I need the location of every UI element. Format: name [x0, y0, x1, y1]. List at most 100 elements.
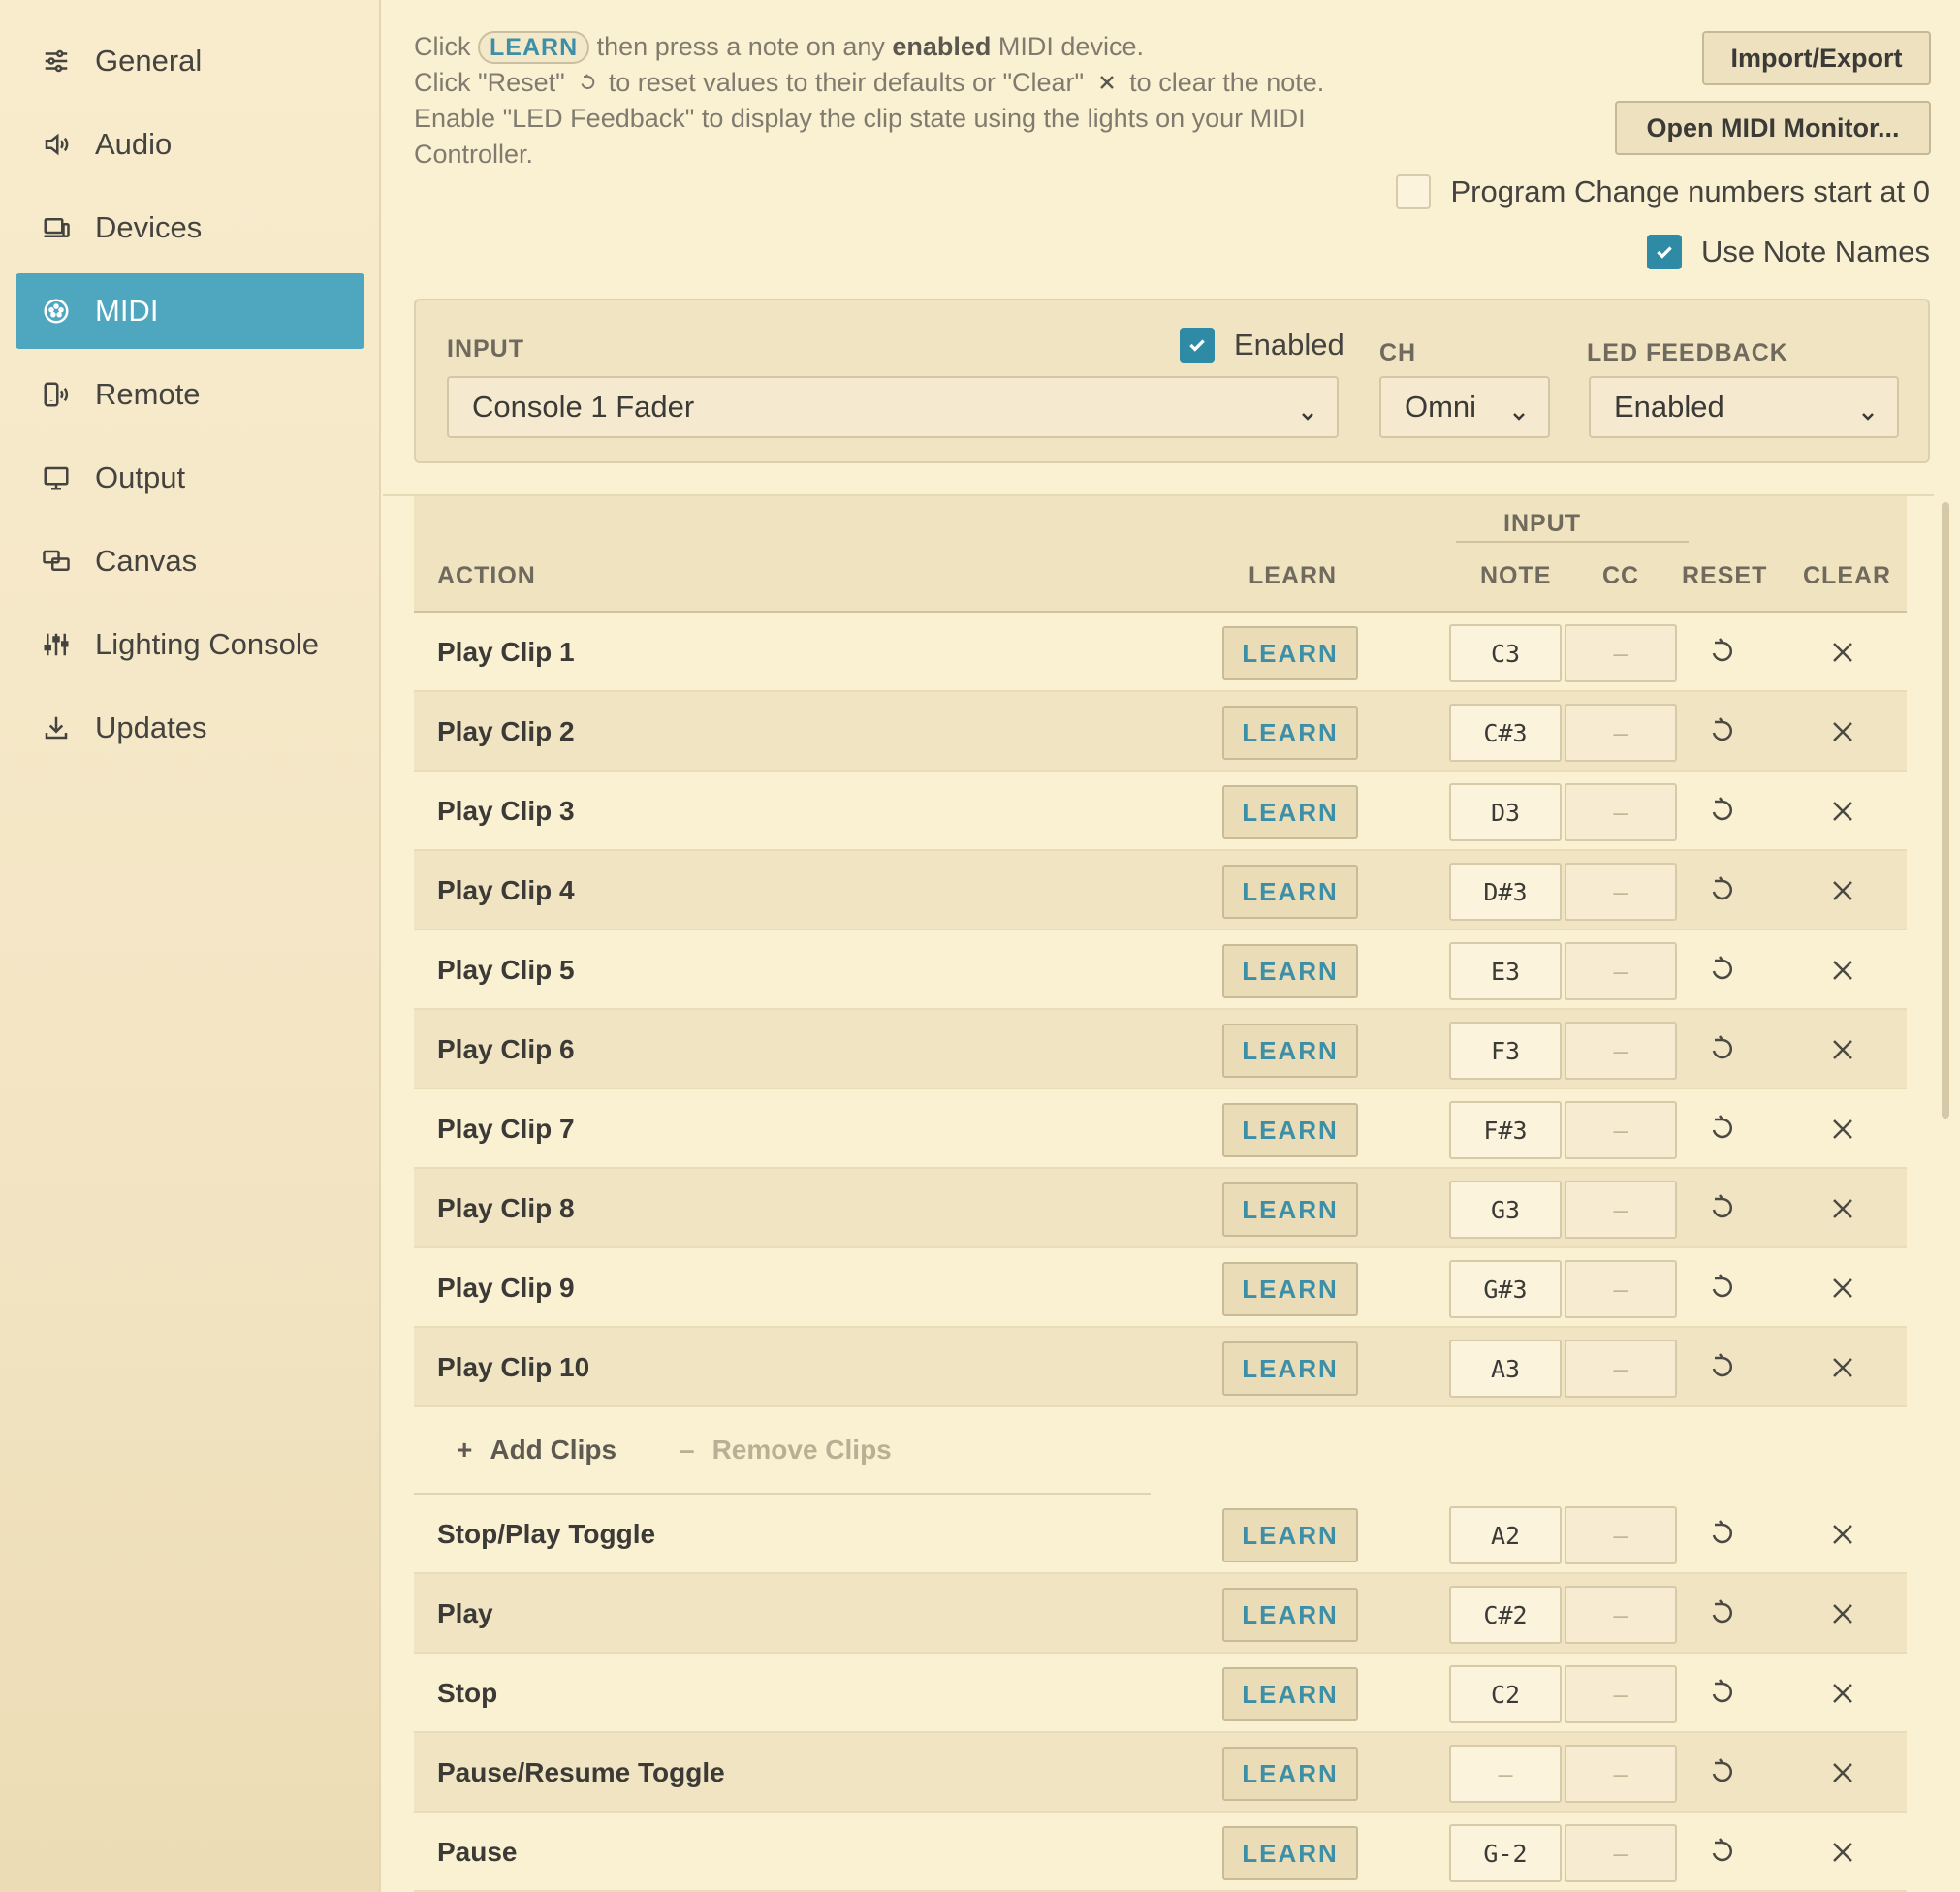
cc-field[interactable]: –	[1565, 1022, 1677, 1080]
learn-button[interactable]: LEARN	[1222, 944, 1358, 998]
add-clips-button[interactable]: + Add Clips	[457, 1411, 616, 1489]
close-icon[interactable]	[1829, 957, 1856, 984]
open-midi-monitor-button[interactable]: Open MIDI Monitor...	[1615, 101, 1931, 155]
reset-icon[interactable]	[1705, 636, 1734, 669]
reset-icon[interactable]	[1705, 1351, 1734, 1384]
close-icon[interactable]	[1829, 798, 1856, 825]
cc-field[interactable]: –	[1565, 1101, 1677, 1159]
close-icon[interactable]	[1829, 1354, 1856, 1381]
learn-button[interactable]: LEARN	[1222, 1747, 1358, 1801]
close-icon[interactable]	[1829, 1275, 1856, 1302]
reset-icon[interactable]	[1705, 1518, 1734, 1551]
sidebar-item-audio[interactable]: Audio	[16, 107, 364, 182]
cc-field[interactable]: –	[1565, 942, 1677, 1000]
reset-icon[interactable]	[1705, 1033, 1734, 1066]
sidebar-item-devices[interactable]: Devices	[16, 190, 364, 266]
note-field[interactable]: G#3	[1449, 1260, 1562, 1318]
remove-clips-button[interactable]: – Remove Clips	[680, 1411, 892, 1489]
close-icon[interactable]	[1829, 1036, 1856, 1063]
close-icon[interactable]	[1829, 1195, 1856, 1222]
help-text-segment: Click "Reset"	[414, 68, 565, 97]
reset-icon[interactable]	[1705, 1756, 1734, 1789]
sidebar-item-output[interactable]: Output	[16, 440, 364, 516]
note-field[interactable]: E3	[1449, 942, 1562, 1000]
note-names-checkbox[interactable]	[1646, 235, 1682, 269]
table-row: Play Clip 6 LEARN F3–	[414, 1010, 1907, 1089]
note-field[interactable]: D3	[1449, 783, 1562, 841]
learn-button[interactable]: LEARN	[1222, 706, 1358, 760]
close-icon[interactable]	[1829, 877, 1856, 904]
cc-field[interactable]: –	[1565, 1586, 1677, 1644]
sidebar-item-remote[interactable]: Remote	[16, 357, 364, 432]
cc-field[interactable]: –	[1565, 1665, 1677, 1723]
sidebar-item-midi[interactable]: MIDI	[16, 273, 364, 349]
reset-icon[interactable]	[1705, 1836, 1734, 1869]
note-field[interactable]: C#2	[1449, 1586, 1562, 1644]
close-icon[interactable]	[1829, 1680, 1856, 1707]
reset-icon[interactable]	[1705, 715, 1734, 748]
close-icon[interactable]	[1829, 1759, 1856, 1786]
input-enabled-checkbox[interactable]	[1180, 328, 1215, 363]
program-change-option[interactable]: Program Change numbers start at 0	[1396, 174, 1930, 209]
note-field[interactable]: C2	[1449, 1665, 1562, 1723]
reset-icon[interactable]	[1705, 1677, 1734, 1710]
note-field[interactable]: A2	[1449, 1506, 1562, 1564]
learn-button[interactable]: LEARN	[1222, 1182, 1358, 1237]
close-icon[interactable]	[1829, 1116, 1856, 1143]
sidebar-item-updates[interactable]: Updates	[16, 690, 364, 766]
reset-icon[interactable]	[1705, 795, 1734, 828]
cc-field[interactable]: –	[1565, 1340, 1677, 1398]
close-icon[interactable]	[1829, 718, 1856, 745]
cc-field[interactable]: –	[1565, 1824, 1677, 1882]
learn-button[interactable]: LEARN	[1222, 785, 1358, 839]
learn-button[interactable]: LEARN	[1222, 1508, 1358, 1562]
import-export-button[interactable]: Import/Export	[1702, 31, 1931, 85]
sidebar-item-canvas[interactable]: Canvas	[16, 523, 364, 599]
program-change-checkbox[interactable]	[1396, 174, 1432, 209]
input-enabled-option[interactable]: Enabled	[1180, 328, 1344, 363]
reset-icon[interactable]	[1705, 874, 1734, 907]
note-names-option[interactable]: Use Note Names	[1646, 235, 1930, 269]
learn-button[interactable]: LEARN	[1222, 1588, 1358, 1642]
reset-icon[interactable]	[1705, 1113, 1734, 1146]
cc-field[interactable]: –	[1565, 783, 1677, 841]
reset-icon[interactable]	[1705, 1597, 1734, 1630]
note-field[interactable]: D#3	[1449, 863, 1562, 921]
cc-field[interactable]: –	[1565, 1260, 1677, 1318]
learn-button[interactable]: LEARN	[1222, 1341, 1358, 1396]
cc-field[interactable]: –	[1565, 704, 1677, 762]
reset-icon[interactable]	[1705, 1272, 1734, 1305]
reset-icon[interactable]	[1705, 1192, 1734, 1225]
learn-button[interactable]: LEARN	[1222, 1826, 1358, 1880]
learn-button[interactable]: LEARN	[1222, 1667, 1358, 1721]
cc-field[interactable]: –	[1565, 624, 1677, 682]
close-icon[interactable]	[1829, 1521, 1856, 1548]
input-device-select[interactable]: Console 1 Fader	[447, 376, 1339, 438]
note-field[interactable]: C#3	[1449, 704, 1562, 762]
close-icon[interactable]	[1829, 1839, 1856, 1866]
cc-field[interactable]: –	[1565, 863, 1677, 921]
learn-button[interactable]: LEARN	[1222, 1103, 1358, 1157]
close-icon[interactable]	[1829, 639, 1856, 666]
learn-button[interactable]: LEARN	[1222, 865, 1358, 919]
learn-button[interactable]: LEARN	[1222, 626, 1358, 680]
close-icon[interactable]	[1829, 1600, 1856, 1627]
cc-field[interactable]: –	[1565, 1181, 1677, 1239]
sidebar-item-lighting-console[interactable]: Lighting Console	[16, 607, 364, 682]
cc-field[interactable]: –	[1565, 1506, 1677, 1564]
scrollbar[interactable]	[1942, 502, 1949, 1119]
note-field[interactable]: A3	[1449, 1340, 1562, 1398]
learn-button[interactable]: LEARN	[1222, 1262, 1358, 1316]
led-feedback-select[interactable]: Enabled	[1589, 376, 1899, 438]
sidebar-item-general[interactable]: General	[16, 23, 364, 99]
reset-icon[interactable]	[1705, 954, 1734, 987]
learn-button[interactable]: LEARN	[1222, 1024, 1358, 1078]
note-field[interactable]: C3	[1449, 624, 1562, 682]
note-field[interactable]: F#3	[1449, 1101, 1562, 1159]
channel-select[interactable]: Omni	[1379, 376, 1550, 438]
note-field[interactable]: –	[1449, 1745, 1562, 1803]
note-field[interactable]: F3	[1449, 1022, 1562, 1080]
note-field[interactable]: G3	[1449, 1181, 1562, 1239]
cc-field[interactable]: –	[1565, 1745, 1677, 1803]
note-field[interactable]: G-2	[1449, 1824, 1562, 1882]
